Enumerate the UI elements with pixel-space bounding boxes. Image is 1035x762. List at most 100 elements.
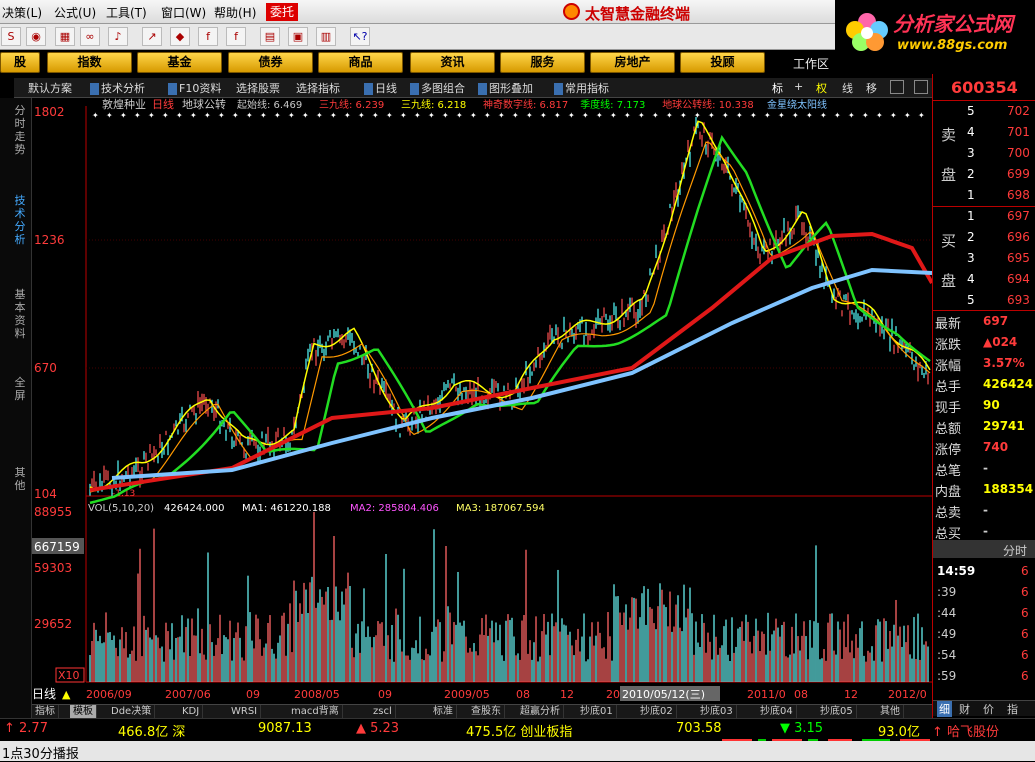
layout-icon[interactable]: ▣ — [288, 27, 308, 46]
diamond-icon[interactable]: ◆ — [170, 27, 190, 46]
signal-marker: ✦ — [344, 111, 351, 120]
stat-value: - — [983, 503, 988, 517]
tab-advisor[interactable]: 投顾 — [680, 52, 765, 73]
menu-help[interactable]: 帮助(H) — [214, 4, 256, 21]
chart-icon[interactable]: ↗ — [142, 27, 162, 46]
panel-tab-index[interactable]: 指 — [1007, 701, 1018, 717]
indicator-tab-8[interactable]: 查股东 — [468, 705, 505, 719]
side-tab-intraday[interactable]: 分时走势 — [12, 104, 28, 156]
stat-key: 总笔 — [935, 464, 962, 479]
overlay-select[interactable]: 图形叠加 — [478, 80, 533, 96]
signal-marker: ✦ — [694, 111, 701, 120]
signal-marker: ✦ — [470, 111, 477, 120]
tech-analysis-select[interactable]: 技术分析 — [90, 80, 145, 96]
menu-tools[interactable]: 工具(T) — [106, 4, 147, 21]
rights-button[interactable]: 权 — [816, 80, 827, 96]
indicator-tab-12[interactable]: 抄底03 — [697, 705, 737, 719]
indicator-tab-9[interactable]: 超赢分析 — [517, 705, 564, 719]
line-button[interactable]: 线 — [842, 80, 853, 96]
tab-stock[interactable]: 股 — [0, 52, 40, 73]
help-cursor-icon[interactable]: ↖? — [350, 27, 370, 46]
signal-marker: ✦ — [358, 111, 365, 120]
buy-level: 2 — [967, 230, 975, 244]
indicator-tab-0[interactable]: 指标 — [32, 705, 59, 719]
indicator-tab-6[interactable]: zscl — [370, 705, 396, 719]
signal-marker: ✦ — [372, 111, 379, 120]
print-icon[interactable]: ▤ — [260, 27, 280, 46]
mark-button[interactable]: 标 — [772, 80, 783, 96]
indicator-tab-2[interactable]: Dde决策 — [108, 705, 156, 719]
broadcast-text[interactable]: 1点30分播报 — [2, 743, 79, 762]
grid-icon[interactable]: ▦ — [55, 27, 75, 46]
indicator-tab-15[interactable]: 其他 — [877, 705, 904, 719]
tab-fund[interactable]: 基金 — [137, 52, 222, 73]
menu-decision[interactable]: 决策(L) — [2, 4, 42, 21]
stat-value: 740 — [983, 440, 1009, 454]
panel-tab-price[interactable]: 价 — [983, 701, 994, 717]
sell-level: 4 — [967, 125, 975, 139]
alarm-icon[interactable]: ♪ — [108, 27, 128, 46]
binoculars-icon[interactable]: ∞ — [80, 27, 100, 46]
side-tab-fullscreen[interactable]: 全屏 — [12, 376, 28, 402]
indicator-tab-13[interactable]: 抄底04 — [757, 705, 797, 719]
workspace-label[interactable]: 工作区 — [793, 55, 829, 72]
signal-marker: ✦ — [498, 111, 505, 120]
stat-value: 29741 — [983, 419, 1025, 433]
buy-label-2: 盘 — [941, 272, 957, 290]
scheme-select[interactable]: 默认方案 — [28, 80, 72, 96]
dropdown-icon — [554, 83, 563, 95]
tab-news[interactable]: 资讯 — [410, 52, 495, 73]
select-indicator-button[interactable]: 选择指标 — [296, 80, 340, 96]
move-button[interactable]: 移 — [866, 80, 877, 96]
indicator-tab-5[interactable]: macd背离 — [288, 705, 343, 719]
zoom-icon[interactable] — [890, 80, 904, 94]
select-stock-button[interactable]: 选择股票 — [236, 80, 280, 96]
stat-value: ▲024 — [983, 335, 1018, 349]
kline-chart[interactable]: 敦煌种业 日线 地球公转 起始线: 6.469 三九线: 6.239 三九线: 6.218… — [32, 97, 934, 704]
panel-tab-finance[interactable]: 财 — [959, 701, 970, 717]
red-f-icon[interactable]: f — [198, 27, 218, 46]
indicator-tab-14[interactable]: 抄底05 — [817, 705, 857, 719]
indicator-tab-7[interactable]: 标准 — [430, 705, 457, 719]
vol-ma1: MA1: 461220.188 — [242, 503, 331, 514]
dropdown-icon — [90, 83, 99, 95]
order-button[interactable]: 委托 — [266, 3, 298, 21]
period-select[interactable]: 日线 — [364, 80, 397, 96]
books-icon[interactable]: ▥ — [316, 27, 336, 46]
signal-marker: ✦ — [134, 111, 141, 120]
price-tick-label: 1802 — [34, 105, 65, 119]
panel-tab-detail[interactable]: 细 — [937, 701, 952, 717]
tab-service[interactable]: 服务 — [500, 52, 585, 73]
indicator-tab-11[interactable]: 抄底02 — [637, 705, 677, 719]
menu-formula[interactable]: 公式(U) — [54, 4, 96, 21]
tab-index[interactable]: 指数 — [47, 52, 132, 73]
status-ticker-stock[interactable]: ↑ 哈飞股份 — [932, 721, 999, 740]
refresh-icon[interactable]: S — [1, 27, 21, 46]
indicator-tab-4[interactable]: WRSI — [228, 705, 262, 719]
indicator-tab-1[interactable]: 模板 — [70, 705, 97, 719]
indicator-tab-3[interactable]: KDJ — [179, 705, 204, 719]
tick-time: :39 — [937, 585, 957, 599]
dropdown-icon — [478, 83, 487, 95]
date-tick-label: 2010/05/12(三) — [622, 688, 705, 701]
eye-icon[interactable]: ◉ — [26, 27, 46, 46]
tab-realestate[interactable]: 房地产 — [590, 52, 675, 73]
side-tab-tech[interactable]: 技术分析 — [12, 194, 28, 246]
common-indicator-select[interactable]: 常用指标 — [554, 80, 609, 96]
side-tab-fundamental[interactable]: 基本资料 — [12, 288, 28, 340]
menu-window[interactable]: 窗口(W) — [161, 4, 206, 21]
brand-icon — [563, 3, 580, 20]
side-tab-other[interactable]: 其他 — [12, 466, 28, 492]
date-tick-label: 2006/09 — [86, 688, 132, 701]
indicator-tab-10[interactable]: 抄底01 — [577, 705, 617, 719]
blue-f-icon[interactable]: f — [226, 27, 246, 46]
tick-time: :49 — [937, 627, 957, 641]
tab-bond[interactable]: 债券 — [228, 52, 313, 73]
multi-chart-select[interactable]: 多图组合 — [410, 80, 465, 96]
signal-marker: ✦ — [834, 111, 841, 120]
tab-commodity[interactable]: 商品 — [318, 52, 403, 73]
f10-select[interactable]: F10资料 — [168, 80, 221, 96]
panel-icon[interactable] — [914, 80, 928, 94]
crosshair-button[interactable]: + — [794, 80, 803, 93]
date-axis: 日线 ▲ 2006/09 2007/06 09 2008/05 09 2009/05 08 12 2… — [32, 684, 932, 702]
